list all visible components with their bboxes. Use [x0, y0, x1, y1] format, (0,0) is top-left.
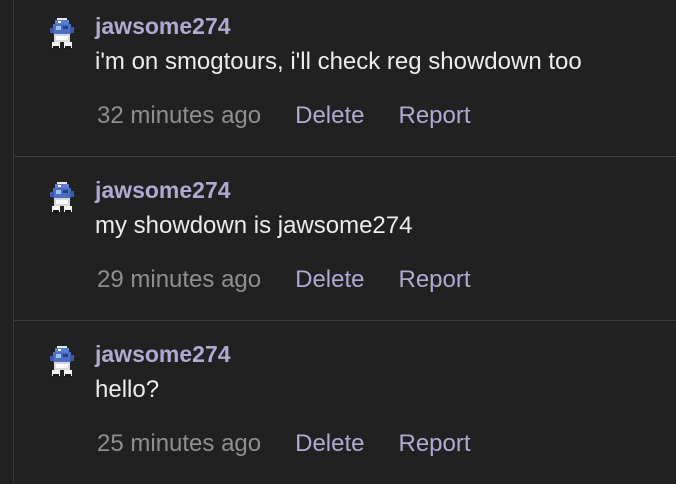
username[interactable]: jawsome274	[95, 12, 231, 40]
comment-meta: 29 minutes ago Delete Report	[97, 264, 471, 296]
comment: jawsome274 i'm on smogtours, i'll check …	[14, 0, 676, 156]
comment: jawsome274 my showdown is jawsome274 29 …	[14, 156, 676, 320]
timestamp: 29 minutes ago	[97, 266, 262, 293]
report-button[interactable]: Report	[398, 428, 470, 460]
avatar-icon[interactable]	[44, 344, 80, 380]
report-button[interactable]: Report	[398, 100, 470, 132]
delete-button[interactable]: Delete	[295, 264, 364, 296]
comment: jawsome274 hello? 25 minutes ago Delete …	[14, 320, 676, 484]
avatar-icon[interactable]	[44, 180, 80, 216]
comment-text: hello?	[95, 376, 160, 403]
report-button[interactable]: Report	[398, 264, 470, 296]
comment-meta: 25 minutes ago Delete Report	[97, 428, 471, 460]
delete-button[interactable]: Delete	[295, 100, 364, 132]
comment-meta: 32 minutes ago Delete Report	[97, 100, 471, 132]
timestamp: 25 minutes ago	[97, 430, 262, 457]
delete-button[interactable]: Delete	[295, 428, 364, 460]
divider	[14, 156, 676, 157]
comment-text: i'm on smogtours, i'll check reg showdow…	[95, 48, 582, 75]
avatar-icon[interactable]	[44, 16, 80, 52]
username[interactable]: jawsome274	[95, 340, 231, 368]
divider	[14, 320, 676, 321]
username[interactable]: jawsome274	[95, 176, 231, 204]
timestamp: 32 minutes ago	[97, 102, 262, 129]
comment-thread: jawsome274 i'm on smogtours, i'll check …	[0, 0, 676, 482]
comment-text: my showdown is jawsome274	[95, 212, 413, 239]
